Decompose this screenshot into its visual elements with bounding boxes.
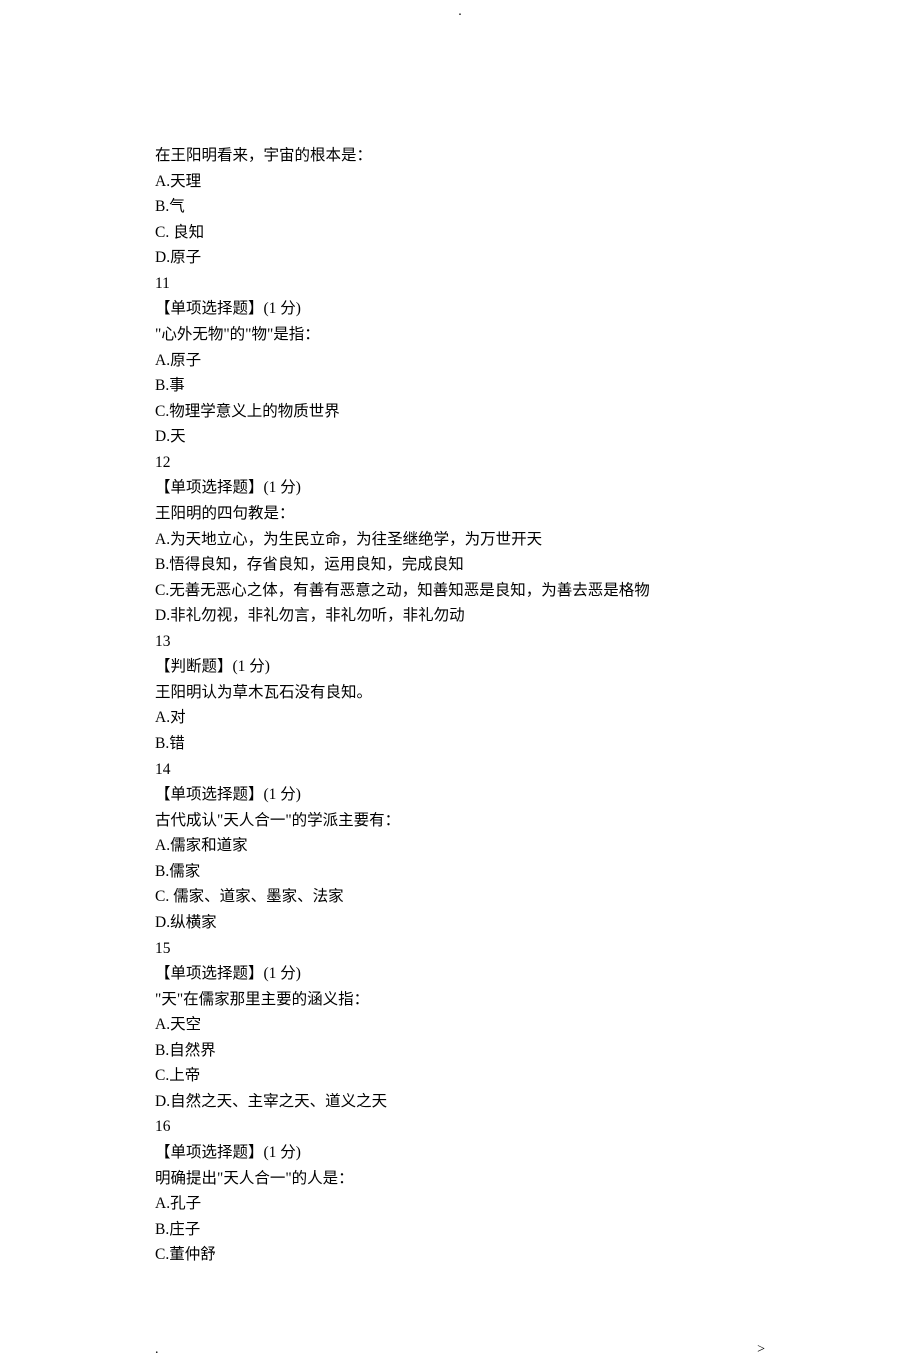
option: A.天空 [155,1012,765,1038]
option: B.错 [155,731,765,757]
question-stem: 在王阳明看来，宇宙的根本是： [155,143,765,169]
option: D.自然之天、主宰之天、道义之天 [155,1089,765,1115]
question-stem: "天"在儒家那里主要的涵义指： [155,987,765,1013]
top-marker: . [0,0,920,23]
footer-right-marker: > [757,1338,765,1361]
option: A.儒家和道家 [155,833,765,859]
option: D.天 [155,424,765,450]
option: D.原子 [155,245,765,271]
option: C.无善无恶心之体，有善有恶意之动，知善知恶是良知，为善去恶是格物 [155,578,765,604]
question-type-label: 【单项选择题】(1 分) [155,782,765,808]
option: D.纵横家 [155,910,765,936]
option: C.物理学意义上的物质世界 [155,399,765,425]
question-number: 15 [155,936,765,962]
page-content: 在王阳明看来，宇宙的根本是： A.天理 B.气 C. 良知 D.原子 11 【单… [0,28,920,1318]
question-number: 11 [155,271,765,297]
question-stem: 王阳明的四句教是： [155,501,765,527]
option: A.孔子 [155,1191,765,1217]
footer-left-marker: . [155,1338,159,1361]
option: C. 良知 [155,220,765,246]
option: B.悟得良知，存省良知，运用良知，完成良知 [155,552,765,578]
footer: . > [0,1338,920,1361]
option: C.上帝 [155,1063,765,1089]
question-type-label: 【单项选择题】(1 分) [155,475,765,501]
option: A.为天地立心，为生民立命，为往圣继绝学，为万世开天 [155,527,765,553]
question-type-label: 【单项选择题】(1 分) [155,1140,765,1166]
option: A.天理 [155,169,765,195]
option: C.董仲舒 [155,1242,765,1268]
option: B.庄子 [155,1217,765,1243]
question-number: 14 [155,757,765,783]
option: C. 儒家、道家、墨家、法家 [155,884,765,910]
question-stem: 王阳明认为草木瓦石没有良知。 [155,680,765,706]
question-number: 13 [155,629,765,655]
question-stem: 明确提出"天人合一"的人是： [155,1166,765,1192]
question-number: 12 [155,450,765,476]
question-number: 16 [155,1114,765,1140]
option: B.事 [155,373,765,399]
question-stem: 古代成认"天人合一"的学派主要有： [155,808,765,834]
option: B.自然界 [155,1038,765,1064]
option: D.非礼勿视，非礼勿言，非礼勿听，非礼勿动 [155,603,765,629]
question-type-label: 【单项选择题】(1 分) [155,296,765,322]
question-stem: "心外无物"的"物"是指： [155,322,765,348]
option: A.对 [155,705,765,731]
question-type-label: 【单项选择题】(1 分) [155,961,765,987]
option: B.儒家 [155,859,765,885]
option: B.气 [155,194,765,220]
option: A.原子 [155,348,765,374]
question-type-label: 【判断题】(1 分) [155,654,765,680]
